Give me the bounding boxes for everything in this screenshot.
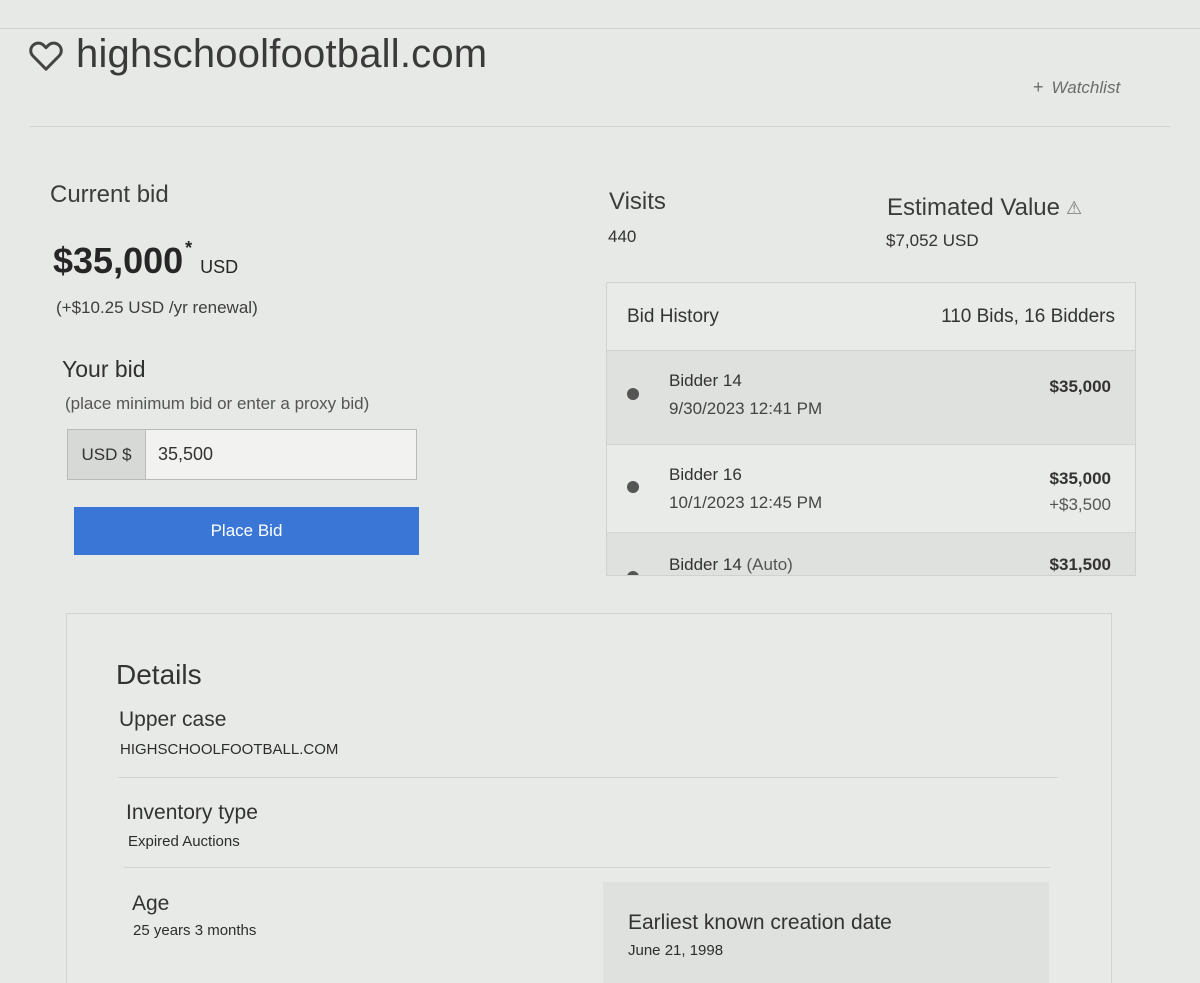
top-divider xyxy=(0,28,1200,29)
watchlist-label: Watchlist xyxy=(1051,77,1121,97)
bid-history-row: Bidder 16 10/1/2023 12:45 PM $35,000 +$3… xyxy=(607,445,1135,533)
current-bid-value: $35,000 xyxy=(53,240,184,281)
bid-history-panel[interactable]: Bid History 110 Bids, 16 Bidders Bidder … xyxy=(606,282,1136,576)
bid-history-header: Bid History 110 Bids, 16 Bidders xyxy=(607,283,1135,351)
domain-title: highschoolfootball.com xyxy=(76,32,488,76)
details-title: Details xyxy=(116,659,202,690)
bid-amount-group: $35,000 +$3,500 xyxy=(1049,469,1111,515)
details-divider xyxy=(118,777,1058,778)
header-divider xyxy=(30,126,1170,127)
estimated-value: $7,052 USD xyxy=(886,231,979,250)
age-label: Age xyxy=(132,892,170,915)
your-bid-hint: (place minimum bid or enter a proxy bid) xyxy=(65,394,370,413)
creation-date-value: June 21, 1998 xyxy=(628,942,724,959)
watchlist-button[interactable]: + Watchlist xyxy=(1033,77,1120,98)
current-bid-label: Current bid xyxy=(50,181,169,208)
bullet-icon xyxy=(627,571,639,575)
bid-date: 10/1/2023 12:45 PM xyxy=(669,493,823,512)
creation-date-label: Earliest known creation date xyxy=(628,911,892,934)
bid-history-row: Bidder 14 (Auto) $31,500 xyxy=(607,533,1135,575)
bullet-icon xyxy=(627,388,639,400)
bidder-auto-tag: (Auto) xyxy=(746,555,793,574)
current-bid-unit: USD xyxy=(200,257,239,277)
current-bid-amount: $35,000 * USD xyxy=(53,238,239,282)
renewal-note: (+$10.25 USD /yr renewal) xyxy=(56,298,258,317)
bullet-icon xyxy=(627,481,639,493)
bidder-name: Bidder 14 xyxy=(669,555,742,574)
bid-input-group: USD $ xyxy=(67,429,417,480)
visits-label: Visits xyxy=(609,188,666,215)
place-bid-button[interactable]: Place Bid xyxy=(74,507,419,555)
bid-amount: $35,000 xyxy=(1049,377,1111,396)
inventory-type-label: Inventory type xyxy=(126,801,258,824)
bid-history-row: Bidder 14 9/30/2023 12:41 PM $35,000 xyxy=(607,351,1135,445)
bidder-name: Bidder 14 xyxy=(669,371,742,390)
bid-amount-input[interactable] xyxy=(146,430,416,479)
bidder-name-group: Bidder 14 (Auto) xyxy=(669,555,1111,575)
visits-value: 440 xyxy=(608,227,637,246)
bid-amount: $31,500 xyxy=(1049,555,1111,574)
bid-increment: +$3,500 xyxy=(1049,495,1111,514)
current-bid-marker: * xyxy=(185,238,193,258)
upper-case-value: HIGHSCHOOLFOOTBALL.COM xyxy=(120,741,339,758)
plus-icon: + xyxy=(1033,77,1044,97)
your-bid-label: Your bid xyxy=(62,356,146,382)
bidder-name: Bidder 16 xyxy=(669,465,742,484)
estimated-value-label: Estimated Value ⚠ xyxy=(887,194,1082,222)
age-value: 25 years 3 months xyxy=(133,922,257,939)
currency-prefix: USD $ xyxy=(68,430,146,479)
heart-icon[interactable] xyxy=(26,35,66,75)
domain-header: highschoolfootball.com xyxy=(26,32,487,77)
upper-case-label: Upper case xyxy=(119,708,227,731)
bid-history-title: Bid History xyxy=(627,305,719,327)
bid-amount: $35,000 xyxy=(1049,469,1111,488)
inventory-type-value: Expired Auctions xyxy=(128,833,240,850)
estimated-value-label-text: Estimated Value xyxy=(887,194,1060,221)
warning-icon[interactable]: ⚠ xyxy=(1066,198,1082,219)
details-divider xyxy=(124,867,1050,868)
bid-history-summary: 110 Bids, 16 Bidders xyxy=(941,305,1115,327)
bid-date: 9/30/2023 12:41 PM xyxy=(669,399,823,418)
